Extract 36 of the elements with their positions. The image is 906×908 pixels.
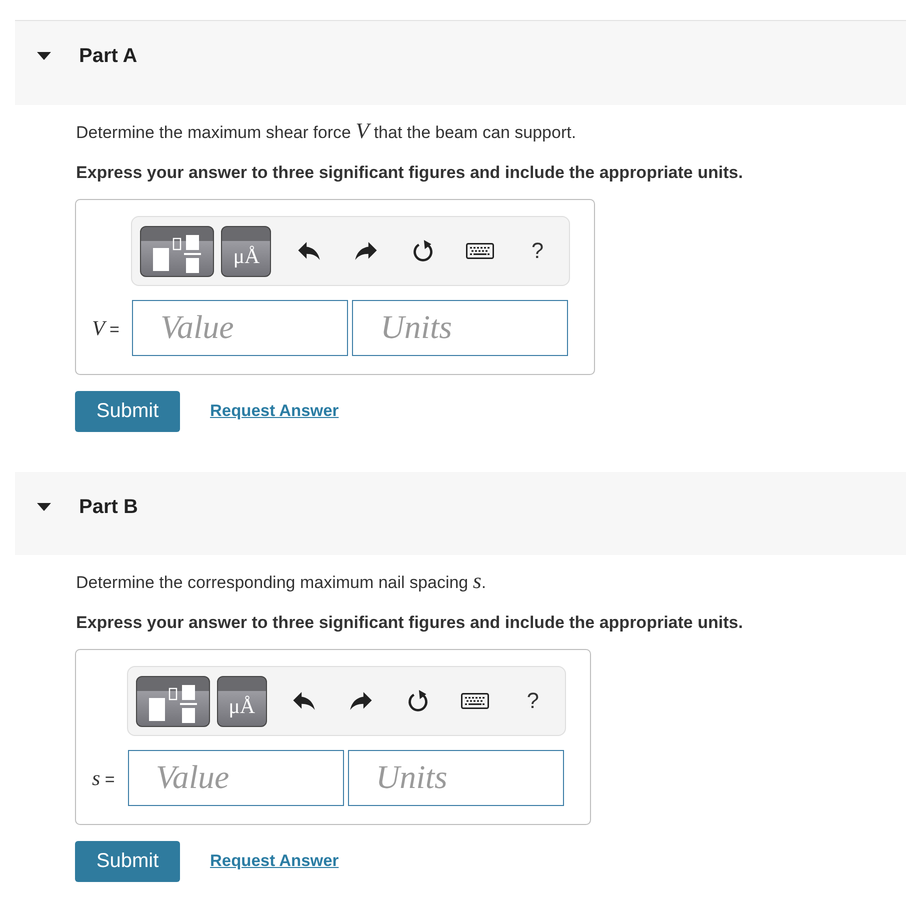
caret-icon[interactable] — [37, 52, 51, 60]
part-title: Part B — [79, 495, 138, 519]
instruction-text: Express your answer to three significant figures and include the appropriate units. — [76, 162, 744, 184]
value-field[interactable]: Value — [128, 750, 344, 806]
keyboard-icon[interactable] — [461, 693, 490, 709]
part-title: Part A — [79, 44, 138, 68]
reset-icon[interactable] — [412, 239, 434, 263]
redo-icon[interactable] — [350, 692, 372, 710]
keyboard-icon[interactable] — [466, 243, 494, 259]
templates-button[interactable] — [140, 226, 214, 276]
part-header[interactable]: Part B — [15, 472, 906, 555]
units-button[interactable]: μÅ — [221, 226, 272, 276]
part-header[interactable]: Part A — [15, 21, 906, 105]
variable-label: V = — [92, 316, 120, 340]
units-field[interactable]: Units — [348, 750, 564, 806]
instruction-text: Express your answer to three significant figures and include the appropriate units. — [76, 612, 744, 634]
redo-icon[interactable] — [354, 242, 377, 260]
templates-button[interactable] — [136, 676, 210, 726]
undo-icon[interactable] — [298, 242, 320, 260]
fraction-template-icon — [153, 235, 202, 273]
reset-icon[interactable] — [407, 689, 430, 713]
help-button[interactable]: ? — [523, 238, 552, 264]
question-text: Determine the maximum shear force V that the beam can support. — [76, 121, 578, 145]
variable-label: s = — [92, 766, 115, 790]
fraction-template-icon — [148, 685, 197, 723]
units-button[interactable]: μÅ — [216, 676, 267, 726]
request-answer-link[interactable]: Request Answer — [210, 402, 339, 421]
value-field[interactable]: Value — [132, 300, 348, 356]
request-answer-link[interactable]: Request Answer — [210, 852, 339, 871]
units-field[interactable]: Units — [352, 300, 568, 356]
undo-icon[interactable] — [293, 692, 316, 710]
caret-icon[interactable] — [37, 503, 51, 511]
submit-button[interactable]: Submit — [75, 841, 180, 882]
help-button[interactable]: ? — [518, 688, 547, 714]
question-text: Determine the corresponding maximum nail spacing s. — [76, 571, 488, 595]
submit-button[interactable]: Submit — [75, 391, 180, 432]
